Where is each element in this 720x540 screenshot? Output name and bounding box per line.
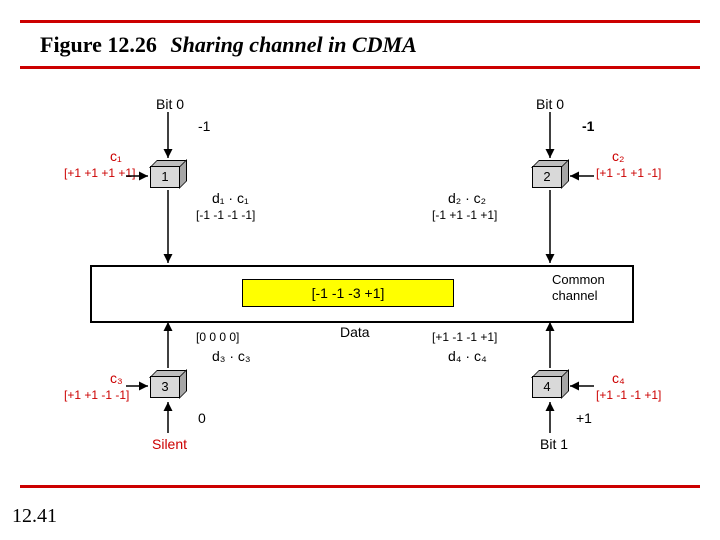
figure-number: Figure 12.26	[40, 32, 157, 57]
c2-name: c₂	[612, 148, 624, 164]
channel-sum: [-1 -1 -3 +1]	[242, 279, 454, 307]
mult-box-3-num: 3	[150, 376, 180, 398]
common-channel-label: Common channel	[552, 272, 605, 303]
mult-box-1-num: 1	[150, 166, 180, 188]
d1c1-expr: d₁ · c₁	[212, 190, 249, 206]
cdma-diagram: Bit 0 -1 Bit 0 -1 c₁ [+1 +1 +1 +1] c₂ [+…	[0, 90, 720, 470]
mult-box-3: 3	[150, 370, 184, 396]
bit-val-bottom-right: +1	[576, 410, 592, 426]
bit-val-bottom-left: 0	[198, 410, 206, 426]
rule-top	[20, 20, 700, 23]
d1c1-vec: [-1 -1 -1 -1]	[196, 208, 255, 222]
figure-title: Figure 12.26 Sharing channel in CDMA	[40, 32, 417, 58]
d3c3-expr: d₃ · c₃	[212, 348, 251, 364]
d3c3-vec: [0 0 0 0]	[196, 330, 239, 344]
c4-name: c₄	[612, 370, 625, 386]
rule-bottom	[20, 485, 700, 488]
c3-name: c₃	[110, 370, 123, 386]
bit0-label-right: Bit 0	[536, 96, 564, 112]
d2c2-expr: d₂ · c₂	[448, 190, 486, 206]
d2c2-vec: [-1 +1 -1 +1]	[432, 208, 497, 222]
silent-label: Silent	[152, 436, 187, 452]
bit0-label-left: Bit 0	[156, 96, 184, 112]
bit1-label: Bit 1	[540, 436, 568, 452]
c3-vec: [+1 +1 -1 -1]	[64, 388, 129, 402]
c1-vec: [+1 +1 +1 +1]	[64, 166, 135, 180]
d4c4-vec: [+1 -1 -1 +1]	[432, 330, 497, 344]
mult-box-4-num: 4	[532, 376, 562, 398]
mult-box-1: 1	[150, 160, 184, 186]
data-label: Data	[340, 324, 370, 340]
rule-under-title	[20, 66, 700, 69]
bit0-val-left: -1	[198, 118, 210, 134]
page-number: 12.41	[12, 505, 57, 528]
mult-box-4: 4	[532, 370, 566, 396]
c2-vec: [+1 -1 +1 -1]	[596, 166, 661, 180]
c4-vec: [+1 -1 -1 +1]	[596, 388, 661, 402]
figure-caption: Sharing channel in CDMA	[170, 32, 416, 57]
d4c4-expr: d₄ · c₄	[448, 348, 487, 364]
bit0-val-right: -1	[582, 118, 594, 134]
c1-name: c₁	[110, 148, 122, 164]
mult-box-2: 2	[532, 160, 566, 186]
mult-box-2-num: 2	[532, 166, 562, 188]
